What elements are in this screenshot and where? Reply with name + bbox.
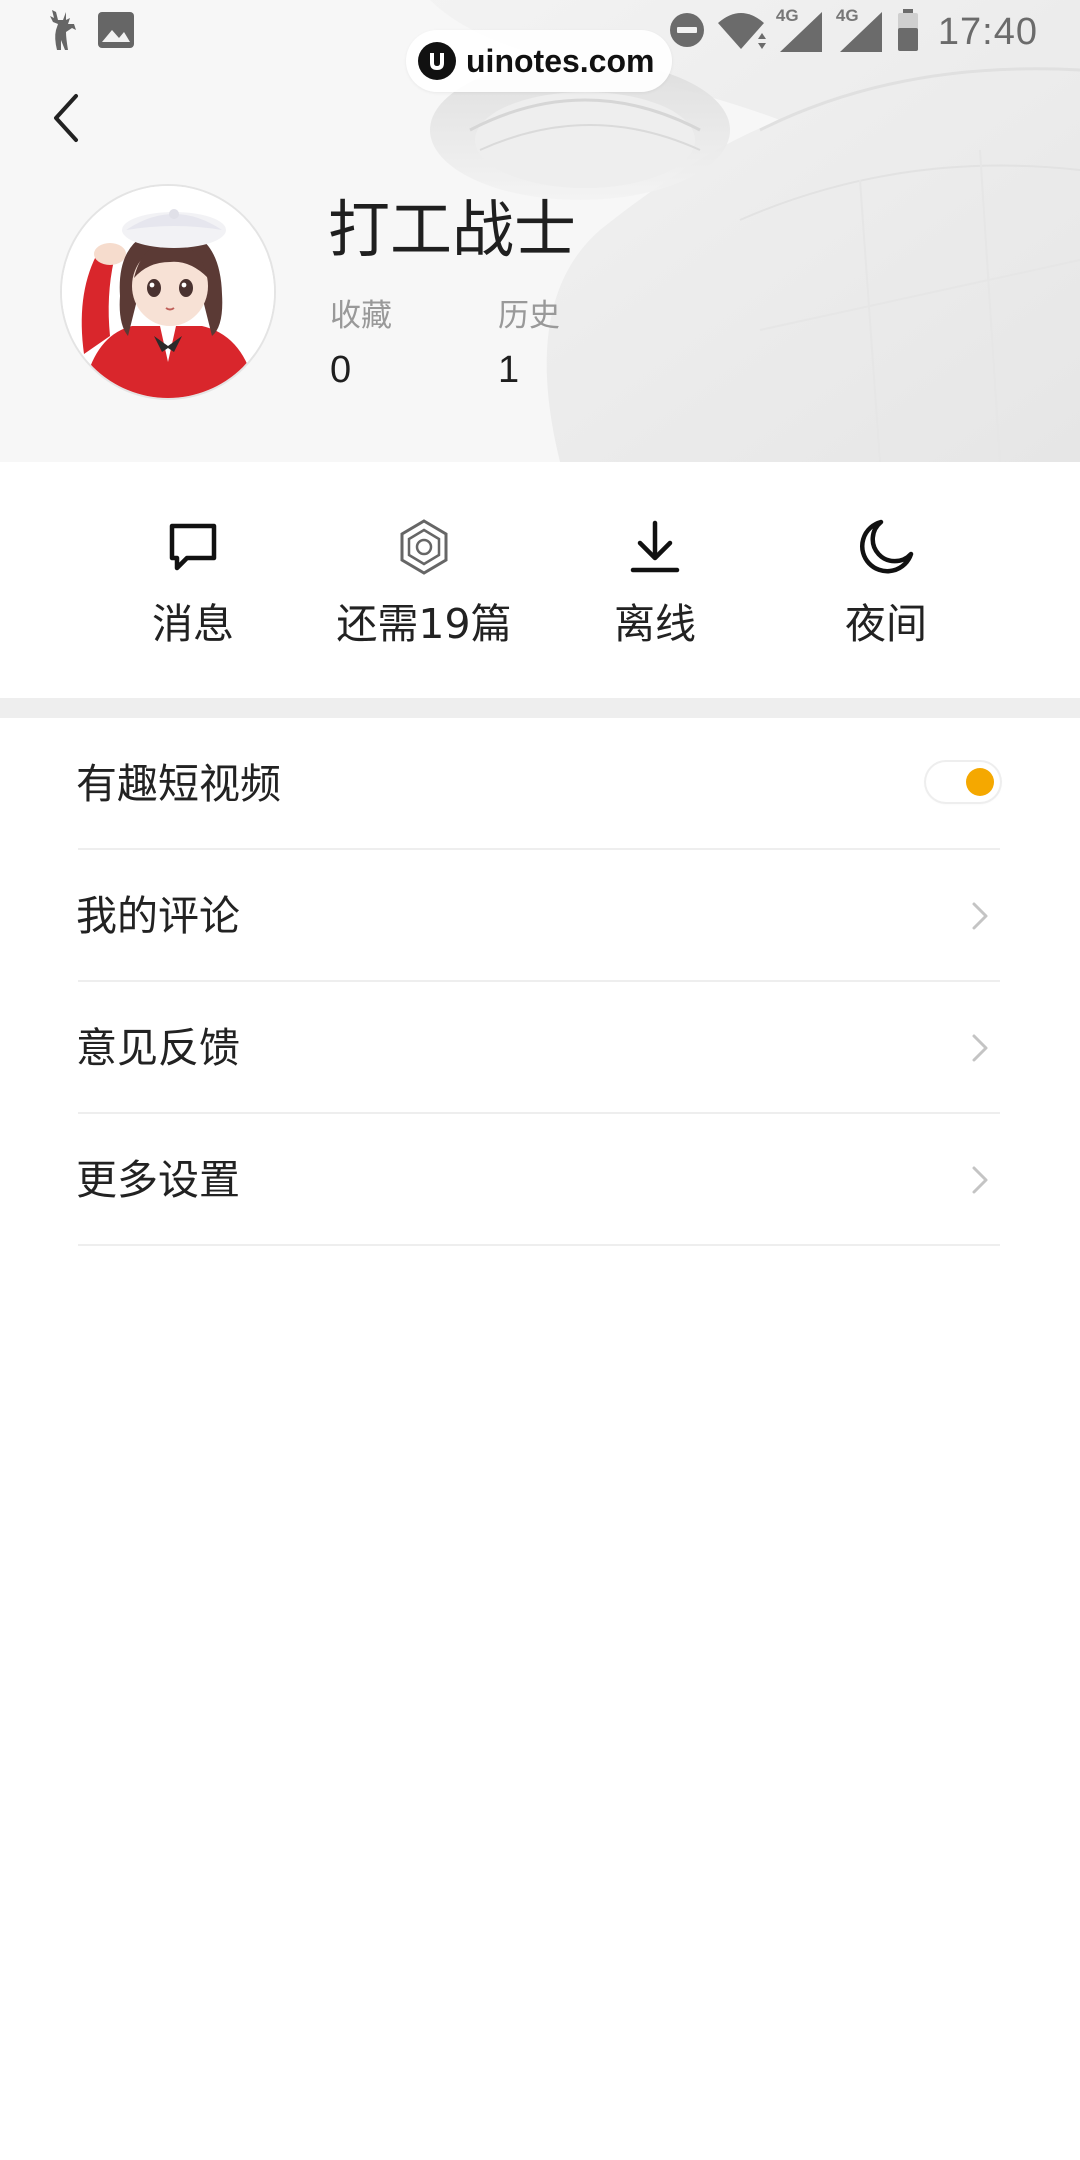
avatar[interactable] <box>62 186 274 398</box>
do-not-disturb-icon <box>668 11 706 53</box>
hexagon-badge-icon <box>393 516 455 578</box>
signal-icon: 4G <box>836 6 886 56</box>
wifi-icon <box>716 9 766 55</box>
settings-item-label: 更多设置 <box>76 1156 240 1204</box>
section-divider <box>0 698 1080 718</box>
chevron-right-icon <box>972 1034 988 1062</box>
quick-action-label: 消息 <box>152 600 234 648</box>
stat-value: 0 <box>330 349 352 391</box>
settings-item-label: 有趣短视频 <box>76 760 281 808</box>
avatar-image <box>62 186 274 398</box>
stat-favorites[interactable]: 收藏 0 <box>330 296 392 392</box>
back-button[interactable] <box>36 88 96 148</box>
short-videos-toggle[interactable] <box>926 762 1000 802</box>
download-icon <box>624 516 686 578</box>
battery-icon <box>896 8 920 56</box>
stat-label: 收藏 <box>330 298 392 334</box>
quick-action-label: 还需19篇 <box>336 600 512 648</box>
moon-icon <box>855 516 917 578</box>
message-icon <box>162 516 224 578</box>
status-left-icons <box>44 8 136 56</box>
settings-item-short-videos[interactable]: 有趣短视频 <box>0 718 1080 850</box>
chevron-right-icon <box>972 1166 988 1194</box>
settings-item-label: 我的评论 <box>76 892 240 940</box>
profile-screen: 4G 4G 17:40 uinotes.com 打工战士 收藏 0 历史 1 消… <box>0 0 1080 2160</box>
deer-icon <box>44 8 78 56</box>
settings-list: 有趣短视频 我的评论 意见反馈 更多设置 <box>0 718 1080 1246</box>
row-divider <box>78 1244 1000 1246</box>
user-name: 打工战士 <box>328 193 577 266</box>
settings-item-my-comments[interactable]: 我的评论 <box>0 850 1080 982</box>
chevron-right-icon <box>972 902 988 930</box>
status-right-icons: 4G 4G 17:40 <box>668 6 1038 56</box>
quick-action-night-mode[interactable]: 夜间 <box>771 516 1001 650</box>
stat-label: 历史 <box>498 298 560 334</box>
watermark-badge: uinotes.com <box>406 30 673 92</box>
uinotes-logo-icon <box>418 42 456 80</box>
signal-icon: 4G <box>776 6 826 56</box>
stat-value: 1 <box>498 349 520 391</box>
quick-actions-bar: 消息 还需19篇 离线 夜间 <box>0 462 1080 698</box>
stat-history[interactable]: 历史 1 <box>498 296 560 392</box>
settings-item-more-settings[interactable]: 更多设置 <box>0 1114 1080 1246</box>
gallery-icon <box>96 10 136 54</box>
quick-action-reading-goal[interactable]: 还需19篇 <box>309 516 539 650</box>
quick-action-label: 夜间 <box>845 600 927 648</box>
quick-action-label: 离线 <box>614 600 696 648</box>
status-time: 17:40 <box>937 10 1038 53</box>
profile-header: 4G 4G 17:40 uinotes.com 打工战士 收藏 0 历史 1 <box>0 0 1080 462</box>
toggle-knob <box>966 768 994 796</box>
watermark-text: uinotes.com <box>466 42 655 79</box>
chevron-left-icon <box>54 94 78 142</box>
quick-action-offline[interactable]: 离线 <box>540 516 770 650</box>
settings-item-feedback[interactable]: 意见反馈 <box>0 982 1080 1114</box>
settings-item-label: 意见反馈 <box>76 1024 240 1072</box>
quick-action-messages[interactable]: 消息 <box>78 516 308 650</box>
